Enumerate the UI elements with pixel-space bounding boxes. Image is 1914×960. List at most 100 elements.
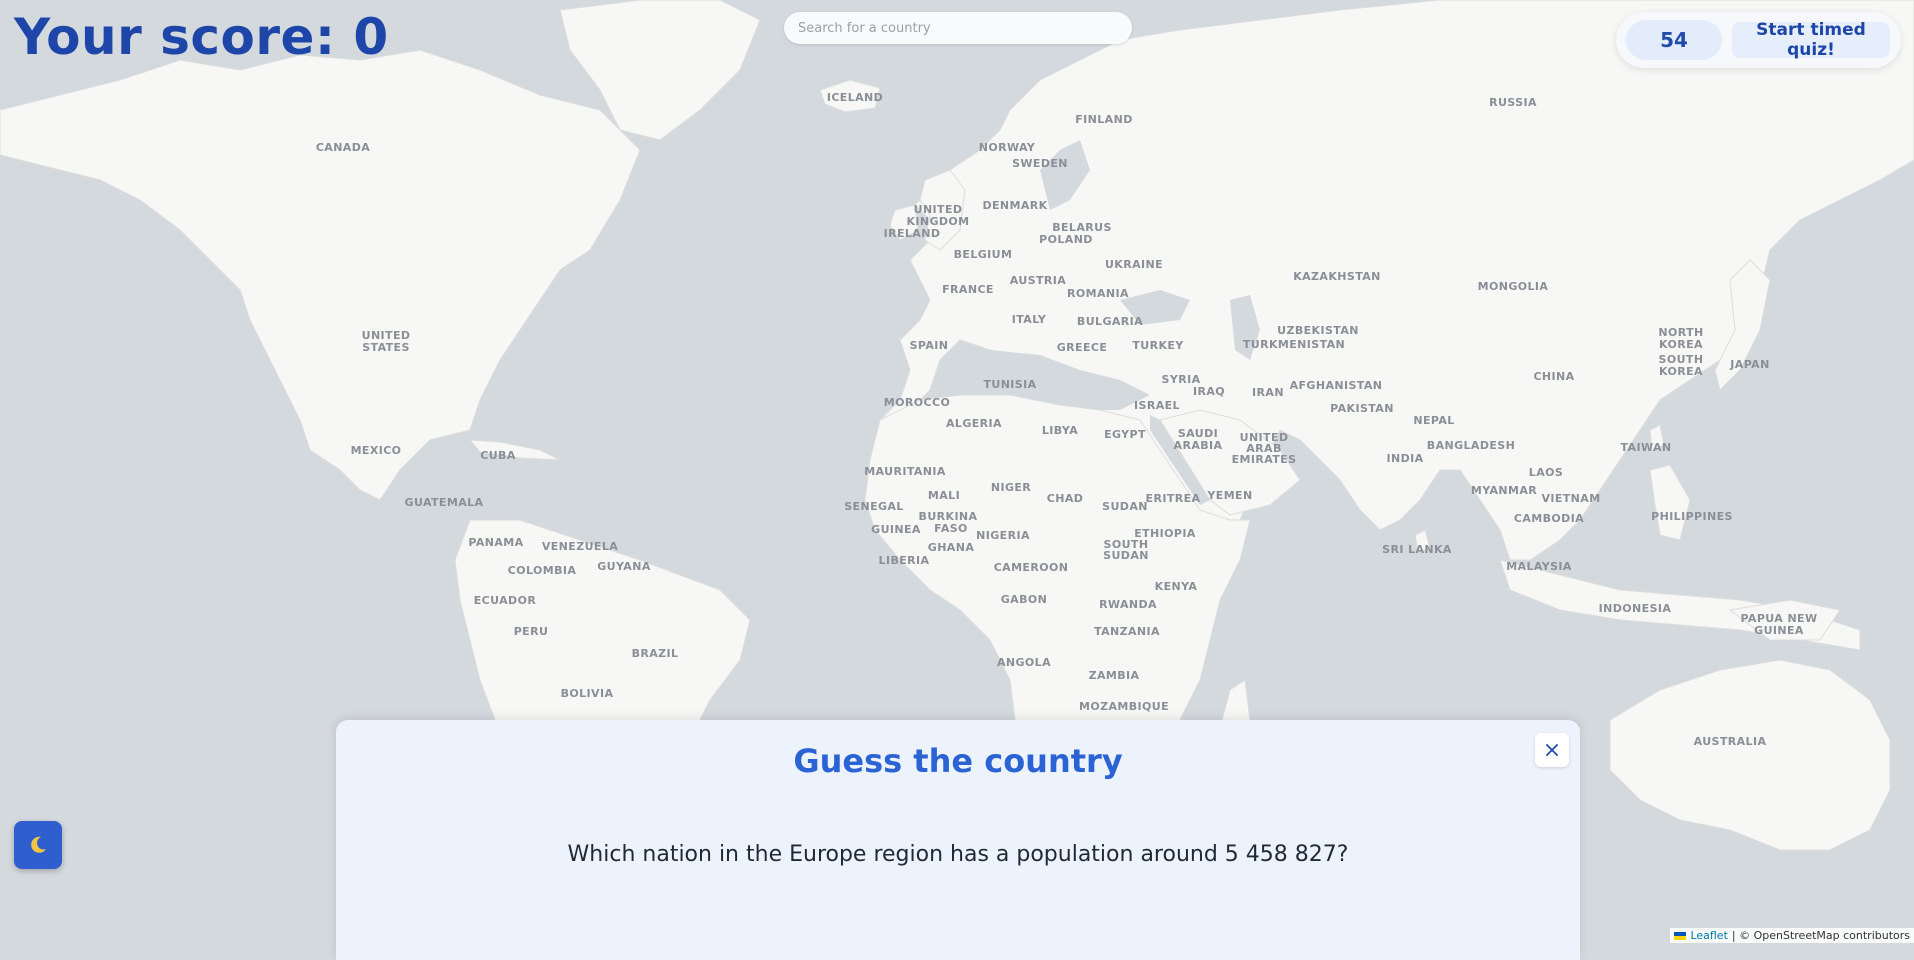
ukraine-flag-icon: [1674, 931, 1687, 940]
country-label: UZBEKISTAN: [1277, 324, 1359, 337]
country-label: IRAQ: [1193, 385, 1225, 398]
country-label: ECUADOR: [474, 594, 537, 607]
country-label: ARABIA: [1174, 439, 1223, 452]
score-display: Your score: 0: [14, 8, 389, 66]
country-label: KOREA: [1659, 338, 1703, 351]
country-label: AUSTRALIA: [1694, 735, 1767, 748]
country-label: BELGIUM: [954, 248, 1013, 261]
leaflet-link[interactable]: Leaflet: [1690, 929, 1727, 942]
country-label: SENEGAL: [844, 500, 904, 513]
map-attribution: Leaflet | © OpenStreetMap contributors: [1670, 928, 1914, 943]
country-label: ISRAEL: [1134, 399, 1180, 412]
country-label: IRAN: [1252, 386, 1284, 399]
country-label: MYANMAR: [1471, 484, 1537, 497]
country-label: YEMEN: [1206, 489, 1252, 502]
country-label: ALGERIA: [946, 417, 1002, 430]
country-label: SUDAN: [1103, 549, 1149, 562]
quiz-question: Which nation in the Europe region has a …: [567, 842, 1349, 867]
country-label: BANGLADESH: [1427, 439, 1515, 452]
country-label: BOLIVIA: [561, 687, 614, 700]
country-label: FRANCE: [942, 283, 994, 296]
country-label: CAMEROON: [994, 561, 1069, 574]
timer-display: 54: [1626, 20, 1722, 60]
country-label: GREECE: [1057, 341, 1108, 354]
country-search-input[interactable]: [784, 12, 1132, 44]
country-label: CAMBODIA: [1514, 512, 1584, 525]
country-label: COLOMBIA: [508, 564, 577, 577]
country-label: SWEDEN: [1012, 157, 1068, 170]
country-label: GUINEA: [1754, 624, 1804, 637]
country-label: ZAMBIA: [1089, 669, 1140, 682]
country-label: GHANA: [928, 541, 975, 554]
country-label: MALAYSIA: [1506, 560, 1572, 573]
dark-mode-toggle-button[interactable]: [14, 821, 62, 869]
country-label: IRELAND: [884, 227, 941, 240]
country-label: ITALY: [1012, 313, 1047, 326]
country-label: NORWAY: [979, 141, 1036, 154]
country-label: CUBA: [480, 449, 516, 462]
country-label: KAZAKHSTAN: [1293, 270, 1381, 283]
country-label: KOREA: [1659, 365, 1703, 378]
osm-attribution-text: | © OpenStreetMap contributors: [1731, 929, 1910, 942]
country-label: AUSTRIA: [1010, 274, 1066, 287]
country-label: TURKMENISTAN: [1243, 338, 1345, 351]
country-label: KENYA: [1155, 580, 1198, 593]
country-label: ICELAND: [827, 91, 883, 104]
country-label: LIBERIA: [879, 554, 930, 567]
country-label: EGYPT: [1104, 428, 1146, 441]
country-label: MONGOLIA: [1478, 280, 1549, 293]
country-label: PERU: [514, 625, 549, 638]
country-label: TURKEY: [1132, 339, 1184, 352]
country-label: ROMANIA: [1067, 287, 1129, 300]
modal-close-button[interactable]: [1535, 733, 1569, 767]
country-label: NIGER: [991, 481, 1031, 494]
country-label: ERITREA: [1146, 492, 1201, 505]
country-label: RWANDA: [1099, 598, 1157, 611]
country-label: VENEZUELA: [542, 540, 618, 553]
country-label: PHILIPPINES: [1651, 510, 1733, 523]
start-timed-quiz-button[interactable]: Start timed quiz!: [1732, 20, 1890, 60]
country-label: GABON: [1001, 593, 1047, 606]
country-label: GUYANA: [597, 560, 651, 573]
country-label: RUSSIA: [1489, 96, 1537, 109]
country-label: MEXICO: [351, 444, 402, 457]
country-label: ANGOLA: [997, 656, 1051, 669]
country-label: SUDAN: [1102, 500, 1148, 513]
timed-quiz-panel: 54 Start timed quiz!: [1616, 12, 1901, 68]
modal-title: Guess the country: [793, 742, 1123, 780]
country-label: TAIWAN: [1620, 441, 1671, 454]
country-label: JAPAN: [1729, 358, 1769, 371]
country-label: GUATEMALA: [405, 496, 484, 509]
country-label: INDIA: [1386, 452, 1423, 465]
country-label: NEPAL: [1413, 414, 1454, 427]
country-label: POLAND: [1039, 233, 1093, 246]
country-label: GUINEA: [871, 523, 921, 536]
country-label: MAURITANIA: [864, 465, 946, 478]
country-label: EMIRATES: [1232, 453, 1297, 466]
country-label: VIETNAM: [1541, 492, 1600, 505]
country-label: STATES: [362, 341, 410, 354]
country-label: MOROCCO: [884, 396, 950, 409]
moon-icon: [31, 836, 46, 853]
country-label: AFGHANISTAN: [1290, 379, 1383, 392]
country-label: BRAZIL: [632, 647, 679, 660]
country-label: MOZAMBIQUE: [1079, 700, 1169, 713]
country-label: TUNISIA: [983, 378, 1036, 391]
country-label: TANZANIA: [1094, 625, 1160, 638]
country-label: SPAIN: [910, 339, 949, 352]
country-label: PAKISTAN: [1330, 402, 1394, 415]
country-label: UKRAINE: [1105, 258, 1163, 271]
country-label: DENMARK: [982, 199, 1047, 212]
country-label: SRI LANKA: [1382, 543, 1452, 556]
country-label: FINLAND: [1075, 113, 1132, 126]
country-label: PANAMA: [468, 536, 523, 549]
country-label: BULGARIA: [1077, 315, 1143, 328]
guess-country-modal: Guess the country Which nation in the Eu…: [336, 720, 1580, 960]
country-label: INDONESIA: [1599, 602, 1672, 615]
country-label: NIGERIA: [976, 529, 1030, 542]
close-icon: [1546, 744, 1558, 756]
country-label: CANADA: [316, 141, 370, 154]
country-label: CHINA: [1533, 370, 1574, 383]
country-label: FASO: [934, 522, 968, 535]
country-label: MALI: [928, 489, 960, 502]
